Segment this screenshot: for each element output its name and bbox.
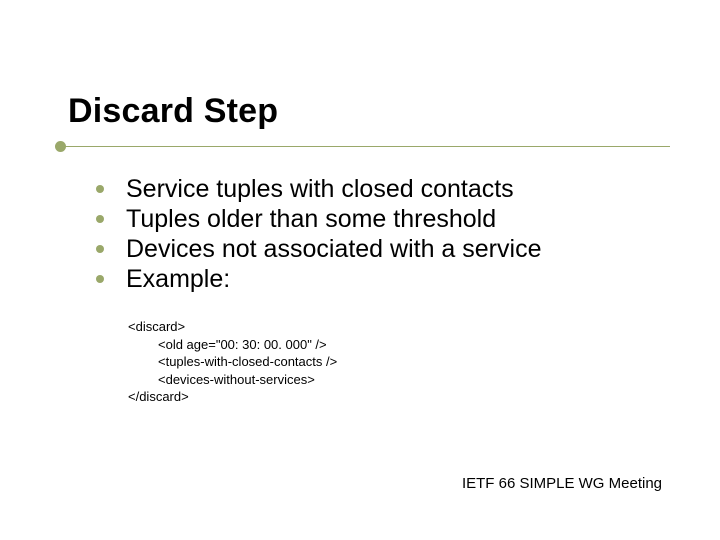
code-line: <old age="00: 30: 00. 000" /> [128,336,337,354]
bullet-icon [96,215,104,223]
bullet-icon [96,245,104,253]
slide: Discard Step Service tuples with closed … [0,0,720,540]
code-line: <devices-without-services> [128,371,337,389]
list-item: Example: [96,265,630,293]
bullet-text: Tuples older than some threshold [126,205,496,233]
bullet-text: Service tuples with closed contacts [126,175,514,203]
code-example: <discard> <old age="00: 30: 00. 000" /> … [128,318,337,406]
code-line: <discard> [128,318,337,336]
footer-text: IETF 66 SIMPLE WG Meeting [462,475,662,492]
bullet-text: Example: [126,265,230,293]
list-item: Service tuples with closed contacts [96,175,630,203]
code-line: <tuples-with-closed-contacts /> [128,353,337,371]
rule-line [60,146,670,147]
code-line: </discard> [128,388,337,406]
bullet-icon [96,275,104,283]
title-area: Discard Step [68,92,660,131]
title-rule [50,140,670,154]
slide-title: Discard Step [68,92,660,131]
list-item: Devices not associated with a service [96,235,630,263]
bullet-list: Service tuples with closed contacts Tupl… [96,175,630,295]
list-item: Tuples older than some threshold [96,205,630,233]
bullet-icon [96,185,104,193]
bullet-text: Devices not associated with a service [126,235,541,263]
